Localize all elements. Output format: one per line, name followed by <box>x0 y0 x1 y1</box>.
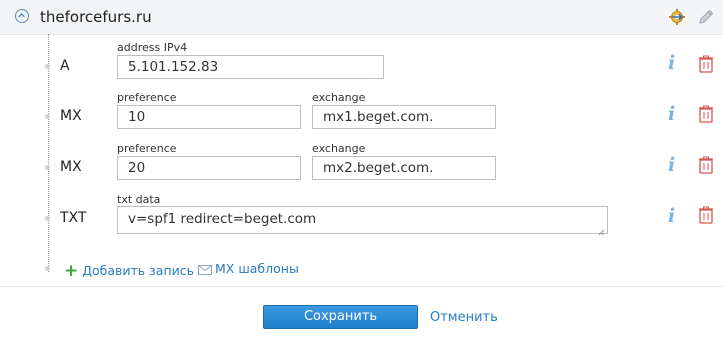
tree-node-dot <box>45 266 50 271</box>
mx-exchange-input[interactable]: mx1.beget.com. <box>312 105 496 129</box>
mx-templates-label: MX шаблоны <box>215 261 299 276</box>
record-type: MX <box>60 108 82 124</box>
info-icon[interactable]: i <box>668 52 675 74</box>
tree-node-dot <box>45 64 50 69</box>
record-type: TXT <box>60 210 87 226</box>
field-label: exchange <box>312 91 366 104</box>
txt-data-textarea[interactable]: v=spf1 redirect=beget.com <box>117 206 608 236</box>
mx-exchange-input[interactable]: mx2.beget.com. <box>312 156 496 180</box>
trash-icon[interactable] <box>698 156 714 174</box>
domain-title: theforcefurs.ru <box>40 8 152 26</box>
info-icon[interactable]: i <box>668 103 675 125</box>
info-icon[interactable]: i <box>668 205 675 227</box>
field-label: address IPv4 <box>117 41 188 54</box>
divider <box>0 286 723 287</box>
trash-icon[interactable] <box>698 105 714 123</box>
info-icon[interactable]: i <box>668 154 675 176</box>
resize-grip-icon[interactable] <box>598 224 605 236</box>
cancel-link[interactable]: Отменить <box>430 310 498 325</box>
trash-icon[interactable] <box>698 55 714 73</box>
domain-header: theforcefurs.ru <box>0 0 723 35</box>
record-type: MX <box>60 159 82 175</box>
mx-preference-input[interactable]: 20 <box>117 156 301 180</box>
mx-preference-input[interactable]: 10 <box>117 105 301 129</box>
trash-icon[interactable] <box>698 206 714 224</box>
add-record-label: Добавить запись <box>82 263 194 278</box>
mx-templates-link[interactable]: MX шаблоны <box>198 261 299 276</box>
tree-node-dot <box>45 165 50 170</box>
tree-node-dot <box>45 216 50 221</box>
field-label: txt data <box>117 193 161 206</box>
gear-settings-icon[interactable] <box>668 8 686 26</box>
ipv4-address-input[interactable]: 5.101.152.83 <box>117 55 384 79</box>
field-label: preference <box>117 142 177 155</box>
add-record-link[interactable]: + Добавить запись <box>64 261 194 281</box>
envelope-icon <box>198 261 215 276</box>
collapse-icon[interactable] <box>15 9 29 23</box>
field-label: preference <box>117 91 177 104</box>
save-button[interactable]: Сохранить <box>263 305 418 329</box>
record-tree-line <box>48 34 49 272</box>
record-type: A <box>60 58 70 74</box>
field-label: exchange <box>312 142 366 155</box>
tree-node-dot <box>45 114 50 119</box>
plus-icon: + <box>64 261 79 281</box>
pencil-edit-icon[interactable] <box>697 8 715 26</box>
txt-data-value: v=spf1 redirect=beget.com <box>128 211 317 227</box>
